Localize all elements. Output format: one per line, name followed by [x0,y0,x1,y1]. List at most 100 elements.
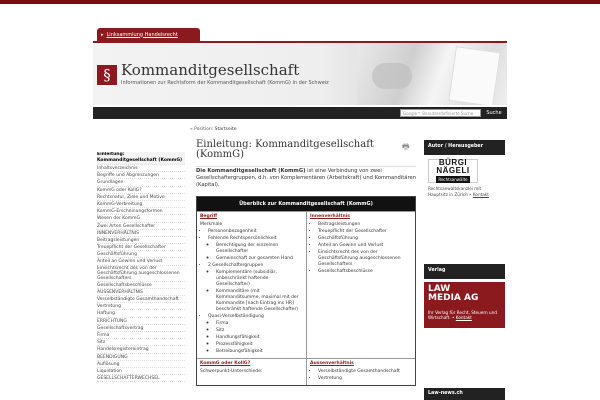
paragraph-logo-icon[interactable]: § [97,65,117,85]
sidebar-nav: Einleitung: Kommanditgesellschaft (KommG… [97,152,185,383]
list-item: Betreibungsfähigkeit [216,349,303,355]
law-media-contact-link[interactable]: Kontakt [456,315,472,320]
cell-text: Schwerpunkt-Unterschiede: [200,369,263,374]
list-item: Gemeinschaft zur gesamten Hand [216,256,303,262]
sidebar-item[interactable]: Gesellschaftsvertrag [97,325,185,332]
sidebar-item[interactable]: Zwei Arten Gesellschafter [97,223,185,230]
right-sidebar: Autor / Herausgeber BÜRGI NÄGELI Rechtsa… [424,140,505,200]
sidebar-item[interactable]: Sitz [97,339,185,347]
sidebar-item[interactable]: Geschäftsführung [97,251,185,259]
printer-icon[interactable]: 🖶 [402,141,410,155]
list-item: Firma [216,321,303,327]
table-title: Überblick zur Kommanditgesellschaft (Kom… [197,197,415,211]
top-accent-bar [0,0,600,4]
cell-header-aussenverhaeltnis[interactable]: Aussenverhältnis [310,361,412,367]
sidebar-item[interactable]: Begriffe und Abgrenzungen [97,172,185,180]
list-item: Vertretung [318,376,412,382]
table-cell-aussenverhaeltnis: Aussenverhältnis Verselbständigte Gesamt… [306,359,415,385]
table-cell-kommg-kollg: KommG oder KollG? Schwerpunkt-Unterschie… [197,359,306,385]
sidebar-item[interactable]: ERRICHTUNG [97,318,185,325]
sidebar-item[interactable]: Inhaltsverzeichnis [97,165,185,173]
sidebar-item[interactable]: Firma [97,332,185,340]
intro-bold: Die Kommanditgesellschaft (KommG) [196,168,306,174]
table-row: KommG oder KollG? Schwerpunkt-Unterschie… [197,358,415,385]
sidebar-item[interactable]: Beitragsleistungen [97,237,185,245]
sidebar-item[interactable]: Haftung [97,310,185,318]
link-collection-tab[interactable]: ▸ Linksammlung Handelsrecht [97,28,200,41]
list-item: Gesellschaftsbeschlüsse [318,269,412,275]
site-title[interactable]: Kommanditgesellschaft [121,61,299,79]
arrow-icon: ▸ [101,31,104,38]
list-item: 2 Gesellschaftergruppen Komplementäre (s… [208,263,303,313]
sidebar-item[interactable]: Treuepflicht der Gesellschafter [97,244,185,252]
sidebar-item[interactable]: KommG-Verbreitung [97,201,185,209]
sidebar-item[interactable]: Gesellschaftsbeschlüsse [97,282,185,289]
buergi-naegeli-logo[interactable]: BÜRGI NÄGELI Rechtsanwälte [428,159,478,183]
list-item: Quasi-Verselbständigung Firma Sitz Handl… [208,314,303,355]
sidebar-item[interactable]: INNENVERHÄLTNIS [97,230,185,237]
logo-tagline: Rechtsanwälte [436,176,470,183]
list-item: Fehlende Rechtspersönlichkeit Berechtigu… [208,236,303,262]
page-title-line2: (KommG) [196,149,244,160]
cell-header-innenverhaeltnis[interactable]: Innenverhältnis [310,214,412,220]
sidebar-item[interactable]: Verselbständigte Gesamthandschaft [97,296,185,304]
list-item-text: Fehlende Rechtspersönlichkeit [208,236,277,241]
feature-list: Personenbezogenheit Fehlende Rechtspersö… [200,229,303,355]
title-divider [196,166,416,167]
outer-list: Verselbständigte Gesamthandschaft Vertre… [310,369,412,382]
document-image [448,46,501,105]
author-box-header: Autor / Herausgeber [424,140,505,155]
table-cell-innenverhaeltnis: Innenverhältnis Beitragsleistungen Treue… [306,212,415,358]
cell-header-begriff[interactable]: Begriff [200,214,303,220]
sidebar-item[interactable]: KommG oder KollG? [97,187,185,194]
author-description: Rechtsanwaltskanzlei mit Hauptsitz in Zü… [424,183,505,200]
list-item: Berechtigung der einzelnen Gesellschafte… [216,243,303,255]
handshake-image [372,63,412,89]
search-button[interactable]: Suche [482,108,506,118]
list-item: Einsichtsrecht des von der Geschäftsführ… [318,250,412,268]
link-collection-label: Linksammlung Handelsrecht [106,31,178,38]
sidebar-item[interactable]: KommG-Erscheinungsformen [97,208,185,216]
sidebar-item[interactable]: Anteil an Gewinn und Verlust [97,258,185,266]
sidebar-item[interactable]: Rechtsnatur, Ziele und Motive [97,194,185,201]
list-item: Personenbezogenheit [208,229,303,235]
list-item: Geschäftsführung [318,236,412,242]
list-item-text: Quasi-Verselbständigung [208,314,264,319]
breadcrumb-home-link[interactable]: Startseite [215,127,237,132]
sidebar-item[interactable]: Vertretung [97,303,185,311]
search-input[interactable]: Google™ Benutzerdefinierte Suche [400,109,481,117]
sidebar-item[interactable]: AUSSENVERHÄLTNIS [97,289,185,296]
sidebar-item[interactable]: Liquidation [97,368,185,376]
sidebar-item[interactable]: Handelsregistereintrag [97,346,185,354]
sidebar-item[interactable]: Einsichtsrecht des von der Geschäftsführ… [97,266,185,282]
law-media-line2: MEDIA AG [428,293,479,303]
sidebar-item[interactable]: BEENDIGUNG [97,354,185,361]
law-media-banner[interactable]: LAW MEDIA AG Ihr Verlag für Recht, Steue… [424,282,505,328]
list-item: Beitragsleistungen [318,222,412,228]
table-cell-begriff: Begriff Merkmale Personenbezogenheit Feh… [197,212,306,358]
site-header: § Kommanditgesellschaft Informationen zu… [93,41,507,105]
table-row: Begriff Merkmale Personenbezogenheit Feh… [197,211,415,358]
list-item: Kommanditäre (mit Kommanditsumme, maxima… [216,289,303,313]
list-item: Sitz [216,328,303,334]
sidebar-item[interactable]: Wesen der KommG [97,215,185,223]
sidebar-item[interactable]: Auflösung [97,361,185,368]
publisher-box-header: Verlag [424,264,505,279]
intro-paragraph: Die Kommanditgesellschaft (KommG) ist ei… [196,168,416,189]
breadcrumb: « Position: Startseite [190,127,237,132]
sidebar-item[interactable]: Einleitung: Kommanditgesellschaft (KommG… [97,152,185,165]
main-content: Einleitung: Kommanditgesellschaft (KommG… [196,140,416,167]
sidebar-item[interactable]: Grundlagen [97,179,185,187]
overview-table: Überblick zur Kommanditgesellschaft (Kom… [196,196,416,386]
cell-header-kommg-kollg[interactable]: KommG oder KollG? [200,361,303,367]
cell-intro: Merkmale [200,222,223,227]
logo-line2: NÄGELI [436,166,470,175]
list-item: Prozessfähigkeit [216,342,303,348]
author-contact-link[interactable]: Kontakt [473,192,489,197]
law-media-description: Ihr Verlag für Recht, Steuern und Wirtsc… [428,310,501,320]
sidebar-item[interactable]: GESELLSCHAFTERWECHSEL [97,375,185,383]
list-item: Treuepflicht der Gesellschafter [318,229,412,235]
list-item: Komplementäre (subsidiär, unbeschränkt h… [216,270,303,288]
inner-list: Beitragsleistungen Treuepflicht der Gese… [310,222,412,275]
law-news-header[interactable]: Law-news.ch [424,388,505,400]
